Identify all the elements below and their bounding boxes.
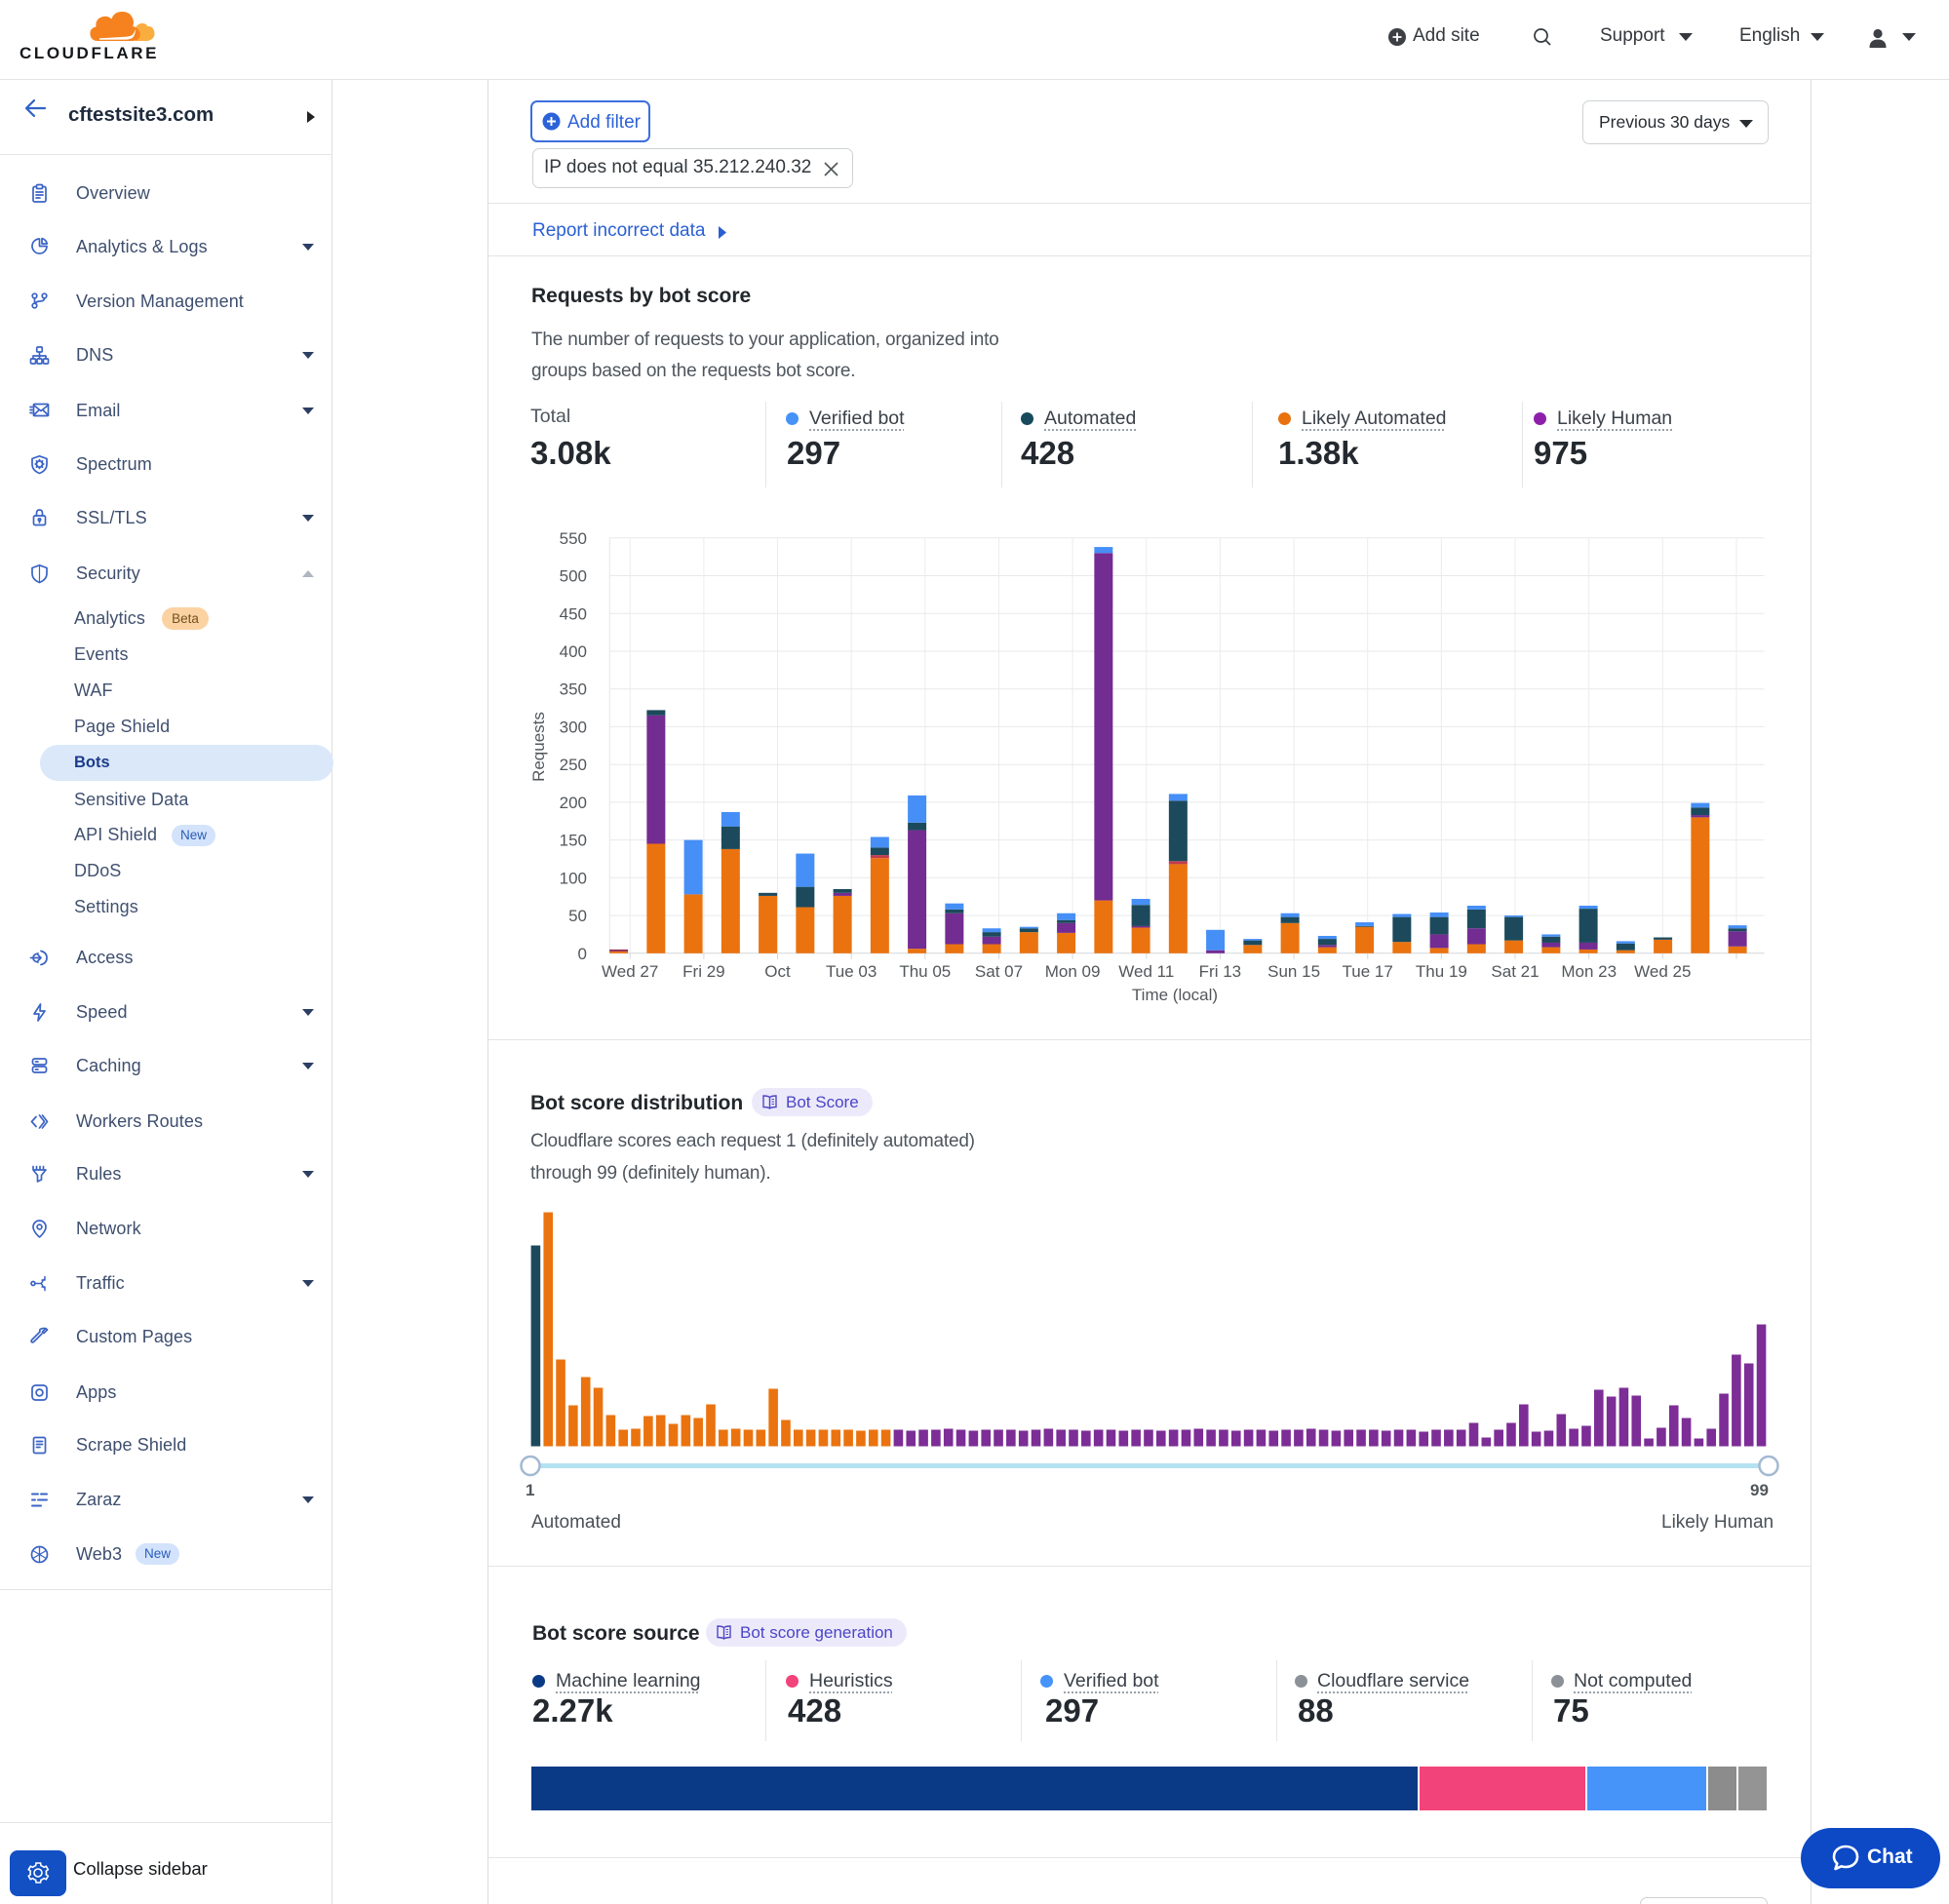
svg-text:500: 500 <box>560 567 587 586</box>
svg-text:250: 250 <box>560 756 587 774</box>
svg-text:Fri 13: Fri 13 <box>1199 962 1241 981</box>
svg-text:Sat 21: Sat 21 <box>1491 962 1539 981</box>
svg-text:550: 550 <box>560 529 587 548</box>
svg-text:Thu 05: Thu 05 <box>899 962 951 981</box>
svg-text:Time (local): Time (local) <box>1132 986 1218 1004</box>
svg-text:400: 400 <box>560 642 587 661</box>
svg-text:Wed 27: Wed 27 <box>602 962 658 981</box>
svg-text:Fri 29: Fri 29 <box>682 962 724 981</box>
svg-text:100: 100 <box>560 869 587 887</box>
svg-text:150: 150 <box>560 832 587 850</box>
svg-text:Thu 19: Thu 19 <box>1416 962 1467 981</box>
svg-text:200: 200 <box>560 794 587 812</box>
svg-text:Wed 25: Wed 25 <box>1634 962 1691 981</box>
svg-text:Oct: Oct <box>764 962 791 981</box>
svg-text:Sat 07: Sat 07 <box>975 962 1023 981</box>
svg-text:Tue 17: Tue 17 <box>1343 962 1393 981</box>
svg-text:Wed 11: Wed 11 <box>1118 962 1174 981</box>
svg-text:Mon 09: Mon 09 <box>1045 962 1101 981</box>
svg-text:350: 350 <box>560 680 587 699</box>
svg-text:300: 300 <box>560 718 587 736</box>
svg-text:Sun 15: Sun 15 <box>1267 962 1320 981</box>
svg-text:50: 50 <box>568 907 587 925</box>
svg-text:Tue 03: Tue 03 <box>826 962 877 981</box>
svg-text:0: 0 <box>578 945 587 963</box>
svg-text:Mon 23: Mon 23 <box>1561 962 1617 981</box>
svg-text:450: 450 <box>560 604 587 623</box>
svg-text:Requests: Requests <box>529 712 548 782</box>
